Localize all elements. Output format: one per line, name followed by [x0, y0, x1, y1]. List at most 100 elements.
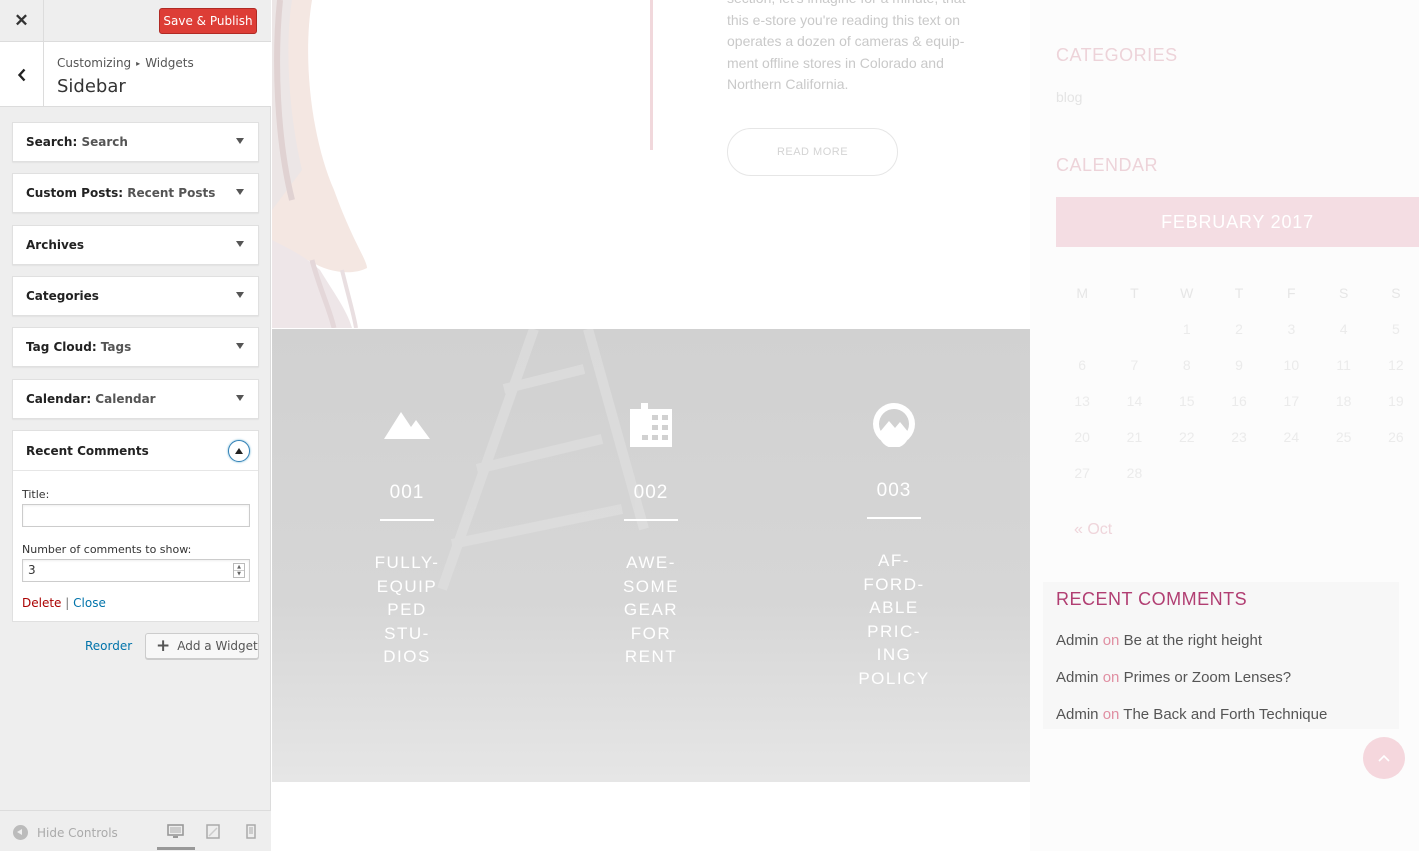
chevron-up-icon	[1378, 754, 1390, 762]
expand-arrow-icon[interactable]	[236, 138, 244, 144]
desktop-preview-icon[interactable]	[167, 824, 184, 839]
widget-search[interactable]: Search: Search	[12, 122, 259, 162]
feature-1: 001 FULLY- EQUIP PED STU- DIOS	[357, 409, 457, 669]
expand-arrow-icon[interactable]	[236, 292, 244, 298]
hero-divider-line	[650, 0, 653, 150]
count-value: 3	[28, 563, 36, 577]
widget-type: Archives	[26, 238, 85, 252]
comment-post-link[interactable]: Primes or Zoom Lenses?	[1124, 669, 1292, 686]
calendar-week: 13 14 15 16 17 18 19	[1074, 393, 1404, 409]
widget-title: Search	[81, 135, 128, 149]
delete-link[interactable]: Delete	[22, 596, 61, 610]
site-sidebar: CATEGORIES blog CALENDAR FEBRUARY 2017 M…	[1030, 0, 1419, 851]
widget-archives[interactable]: Archives	[12, 225, 259, 265]
widget-categories[interactable]: Categories	[12, 276, 259, 316]
collapse-arrow-icon[interactable]	[228, 440, 250, 462]
calendar-month: FEBRUARY 2017	[1056, 197, 1419, 247]
comment-author[interactable]: Admin	[1056, 669, 1099, 686]
widget-custom-posts[interactable]: Custom Posts: Recent Posts	[12, 173, 259, 213]
recent-comments-heading: RECENT COMMENTS	[1056, 589, 1248, 609]
feature-number: 002	[633, 482, 669, 503]
feature-number: 001	[389, 482, 425, 503]
widget-calendar[interactable]: Calendar: Calendar	[12, 379, 259, 419]
count-field[interactable]: 3 ▲ ▼	[22, 559, 250, 582]
add-widget-label: Add a Widget	[177, 639, 258, 653]
widget-type: Custom Posts	[26, 186, 119, 200]
title-label: Title:	[22, 488, 50, 501]
decrement-icon[interactable]: ▼	[234, 570, 244, 577]
panel-footer: Hide Controls	[0, 810, 271, 851]
widget-type: Tag Cloud	[26, 340, 92, 354]
breadcrumb: Customizing ▸ Widgets	[57, 56, 194, 70]
widget-header[interactable]: Recent Comments	[13, 431, 258, 471]
film-icon	[630, 403, 672, 447]
site-preview: section, let's imagine for a minute, tha…	[272, 0, 1419, 851]
hide-controls-label: Hide Controls	[37, 825, 118, 840]
save-publish-button[interactable]: Save & Publish	[159, 8, 257, 34]
calendar-week: 20 21 22 23 24 25 26	[1074, 429, 1404, 445]
calendar-heading: CALENDAR	[1056, 155, 1159, 175]
hero-text-line: operates a dozen of cameras & equip-	[727, 33, 965, 49]
hero-text-line: section, let's imagine for a minute, tha…	[727, 0, 1007, 10]
section-title: Sidebar	[57, 76, 126, 97]
plus-icon: +	[156, 635, 171, 656]
scroll-to-top-button[interactable]	[1363, 737, 1405, 779]
section-header: Customizing ▸ Widgets Sidebar	[0, 42, 271, 107]
mobile-preview-icon[interactable]	[246, 824, 256, 839]
widget-title: Tags	[100, 340, 132, 354]
tablet-preview-icon[interactable]	[206, 824, 220, 839]
active-device-indicator	[157, 847, 195, 850]
comment-post-link[interactable]: Be at the right height	[1124, 632, 1262, 649]
mountain-icon	[384, 412, 430, 439]
comment-author[interactable]: Admin	[1056, 706, 1099, 723]
category-link-blog[interactable]: blog	[1056, 89, 1082, 105]
read-more-button[interactable]: READ MORE	[727, 128, 898, 176]
features-section: 001 FULLY- EQUIP PED STU- DIOS 002 AWE- SOME G…	[272, 329, 1030, 782]
close-customizer-button[interactable]: ✕	[0, 0, 44, 42]
customizer-window: { "panel": { "close_label": "✕", "publis…	[0, 0, 1419, 851]
expand-arrow-icon[interactable]	[236, 343, 244, 349]
close-icon: ✕	[14, 11, 29, 30]
calendar-week: 6 7 8 9 10 11 12	[1078, 357, 1404, 373]
calendar-week: 12345	[1182, 321, 1400, 337]
hero-paragraph: section, let's imagine for a minute, tha…	[727, 0, 1007, 96]
hide-controls-button[interactable]: Hide Controls	[13, 825, 118, 840]
widget-recent-comments: Recent Comments Title: Number of comment…	[12, 430, 259, 622]
number-spinner[interactable]: ▲ ▼	[233, 563, 245, 578]
feature-label: FULLY- EQUIP PED STU- DIOS	[374, 553, 440, 666]
calendar-prev-link[interactable]: « Oct	[1074, 521, 1112, 539]
collapse-sidebar-icon	[13, 825, 28, 840]
comment-post-link[interactable]: The Back and Forth Technique	[1123, 706, 1327, 723]
expand-arrow-icon[interactable]	[236, 189, 244, 195]
expand-arrow-icon[interactable]	[236, 395, 244, 401]
breadcrumb-root: Customizing	[57, 56, 132, 70]
back-button[interactable]	[0, 42, 44, 107]
widget-tag-cloud[interactable]: Tag Cloud: Tags	[12, 327, 259, 367]
widget-type: Categories	[26, 289, 99, 303]
circle-mountain-icon	[873, 403, 915, 447]
reorder-link[interactable]: Reorder	[85, 639, 132, 653]
breadcrumb-current: Widgets	[145, 56, 194, 70]
widget-actions: Delete | Close	[22, 596, 106, 610]
recent-comment-item: Admin on Be at the right height	[1056, 632, 1262, 649]
recent-comment-item: Admin on Primes or Zoom Lenses?	[1056, 669, 1292, 686]
recent-comment-item: Admin on The Back and Forth Technique	[1056, 706, 1328, 723]
title-field[interactable]	[22, 504, 250, 527]
hero-text-line: Northern California.	[727, 76, 849, 92]
count-label: Number of comments to show:	[22, 543, 192, 556]
feature-label: AWE- SOME GEAR FOR RENT	[622, 553, 680, 666]
widget-type: Recent Comments	[26, 444, 149, 458]
calendar-day-headers: MTWTFSS	[1076, 285, 1401, 301]
widget-type: Search	[26, 135, 73, 149]
customizer-panel: ✕ Save & Publish Customizing ▸ Widgets Sid…	[0, 0, 271, 851]
chevron-left-icon	[17, 68, 25, 81]
add-widget-button[interactable]: + Add a Widget	[145, 633, 259, 659]
expand-arrow-icon[interactable]	[236, 241, 244, 247]
separator: |	[65, 596, 70, 610]
comment-author[interactable]: Admin	[1056, 632, 1099, 649]
feature-rule	[380, 519, 434, 521]
close-link[interactable]: Close	[73, 596, 106, 610]
widget-title: Calendar	[95, 392, 156, 406]
breadcrumb-arrow-icon: ▸	[136, 59, 141, 68]
feature-2: 002 AWE- SOME GEAR FOR RENT	[601, 401, 701, 669]
